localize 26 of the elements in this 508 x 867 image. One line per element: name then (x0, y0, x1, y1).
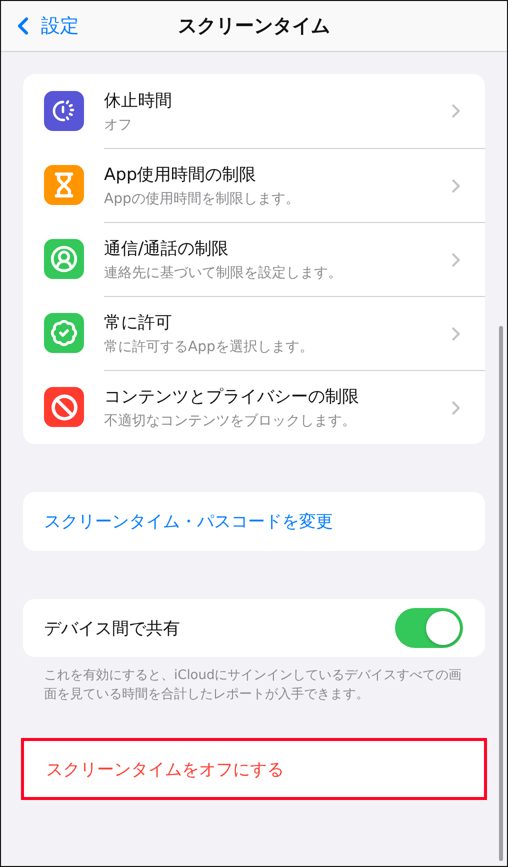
feature-title: 常に許可 (104, 312, 173, 334)
share-toggle[interactable] (395, 608, 463, 648)
feature-title: App使用時間の制限 (104, 164, 258, 186)
clock-moon-icon (51, 98, 77, 124)
share-label: デバイス間で共有 (44, 618, 180, 640)
feature-subtitle: Appの使用時間を制限します。 (104, 190, 300, 208)
change-passcode-link[interactable]: スクリーンタイム・パスコードを変更 (23, 492, 485, 551)
feature-row[interactable]: 休止時間 オフ (23, 74, 485, 148)
feature-subtitle: 常に許可するAppを選択します。 (104, 338, 314, 356)
feature-subtitle: 不適切なコンテンツをブロックします。 (104, 412, 357, 430)
feature-title: コンテンツとプライバシーの制限 (104, 386, 360, 408)
feature-row[interactable]: 常に許可 常に許可するAppを選択します。 (23, 296, 485, 370)
feature-title: 通信/通話の制限 (104, 238, 230, 260)
check-badge-icon (50, 319, 78, 347)
feature-row[interactable]: App使用時間の制限 Appの使用時間を制限します。 (23, 148, 485, 222)
back-button[interactable]: 設定 (9, 12, 79, 40)
feature-subtitle: オフ (104, 116, 133, 134)
feature-subtitle: 連絡先に基づいて制限を設定します。 (104, 264, 343, 282)
turn-off-button[interactable]: スクリーンタイムをオフにする (21, 738, 487, 800)
feature-row[interactable]: 通信/通話の制限 連絡先に基づいて制限を設定します。 (23, 222, 485, 296)
prohibited-icon (50, 394, 78, 420)
feature-row[interactable]: コンテンツとプライバシーの制限 不適切なコンテンツをブロックします。 (23, 370, 485, 444)
screen-title: スクリーンタイム (178, 14, 330, 39)
share-footer-text: これを有効にすると、iCloudにサインインしているデバイスすべての画面を見ている時間を合計したレポートが入手できます。 (44, 667, 463, 704)
feature-title: 休止時間 (104, 90, 173, 112)
person-circle-icon (50, 245, 78, 273)
